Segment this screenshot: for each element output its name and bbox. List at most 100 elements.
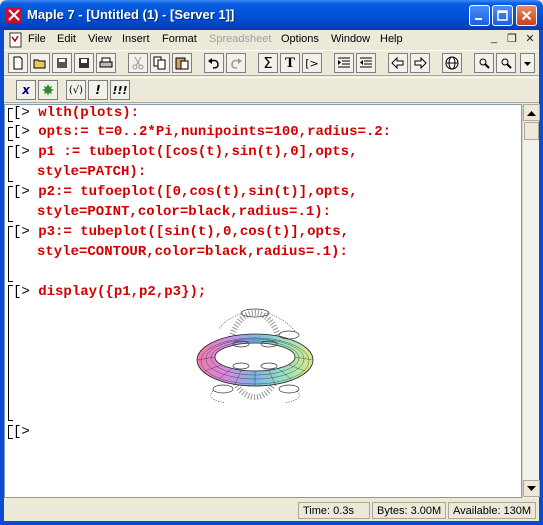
menu-bar: File Edit View Insert Format Spreadsheet… xyxy=(4,30,539,50)
maple-command[interactable]: opts:= t=0..2*Pi,nunipoints=100,radius=.… xyxy=(38,124,391,140)
undo-icon xyxy=(208,58,219,69)
input-prompt-icon: [> xyxy=(305,56,319,70)
input-line-continuation[interactable]: style=POINT,color=black,radius=.1): xyxy=(37,204,331,224)
new-button[interactable] xyxy=(8,53,28,73)
input-line[interactable]: [> xyxy=(13,424,30,444)
input-line[interactable]: [> opts:= t=0..2*Pi,nunipoints=100,radiu… xyxy=(13,124,391,144)
cut-icon xyxy=(132,56,144,70)
zoom-in-button[interactable] xyxy=(474,53,494,73)
input-line[interactable]: [> p1 := tubeplot([cos(t),sin(t),0],opts… xyxy=(13,144,357,164)
stop-button[interactable] xyxy=(442,53,462,73)
menu-format[interactable]: Format xyxy=(162,33,197,45)
toolbar-dropdown[interactable] xyxy=(520,53,535,73)
menu-edit[interactable]: Edit xyxy=(57,33,76,45)
open-icon xyxy=(33,59,46,69)
doc-restore-icon[interactable]: ❐ xyxy=(504,32,520,46)
maximize-icon xyxy=(497,10,508,21)
input-line-continuation[interactable]: style=CONTOUR,color=black,radius=.1): xyxy=(37,244,348,264)
status-bar: Time: 0.3s Bytes: 3.00M Available: 130M xyxy=(4,500,539,521)
evaluate-button[interactable]: ! xyxy=(88,80,108,100)
menu-insert[interactable]: Insert xyxy=(122,33,150,45)
text-mode-button[interactable]: x xyxy=(16,80,36,100)
maple-command[interactable]: style=POINT,color=black,radius=.1): xyxy=(37,204,331,220)
title-bar[interactable]: Maple 7 - [Untitled (1) - [Server 1]] xyxy=(0,0,543,30)
vertical-scrollbar[interactable] xyxy=(522,104,540,498)
worksheet-area[interactable]: [> wlth(plots): [> opts:= t=0..2*Pi,nuni… xyxy=(4,104,522,498)
scroll-down-button[interactable] xyxy=(523,480,540,497)
maple-command[interactable]: style=PATCH): xyxy=(37,164,146,180)
main-toolbar: Σ T [> xyxy=(4,50,539,76)
scroll-thumb[interactable] xyxy=(524,122,539,140)
maple-command[interactable]: wlth(plots): xyxy=(38,105,139,121)
symbolic-button[interactable]: (√) xyxy=(66,80,86,100)
minimize-button[interactable] xyxy=(469,5,490,26)
maple-command[interactable]: style=CONTOUR,color=black,radius=.1): xyxy=(37,244,348,260)
insert-prompt-button[interactable]: [> xyxy=(302,53,322,73)
doc-minimize-icon[interactable]: _ xyxy=(486,32,502,46)
forward-icon xyxy=(414,56,427,70)
maximize-button[interactable] xyxy=(492,5,513,26)
maple-command[interactable]: display({p1,p2,p3}); xyxy=(38,284,206,300)
save-server-icon xyxy=(57,58,67,68)
input-prompt: [> xyxy=(13,105,30,121)
zoom-out-button[interactable] xyxy=(496,53,516,73)
zoom-in-icon xyxy=(479,58,490,69)
x-icon: x xyxy=(22,83,30,97)
copy-icon xyxy=(153,56,166,70)
maple-command[interactable]: p1 := tubeplot([cos(t),sin(t),0],opts, xyxy=(38,144,357,160)
input-prompt: [> xyxy=(13,184,30,200)
chevron-down-icon xyxy=(524,62,531,66)
execute-all-button[interactable]: !!! xyxy=(110,80,130,100)
maple-command[interactable]: p2:= tufoeplot([0,cos(t),sin(t)],opts, xyxy=(38,184,357,200)
close-button[interactable] xyxy=(516,5,537,26)
text-icon: T xyxy=(284,54,295,71)
back-icon xyxy=(391,56,404,70)
doc-close-icon[interactable]: ✕ xyxy=(522,32,538,46)
forward-button[interactable] xyxy=(410,53,430,73)
redo-icon xyxy=(231,58,242,69)
maple-command[interactable]: p3:= tubeplot([sin(t),0,cos(t)],opts, xyxy=(38,224,349,240)
math-input-button[interactable]: Σ xyxy=(258,53,278,73)
indent-icon xyxy=(338,57,350,68)
undo-button[interactable] xyxy=(204,53,224,73)
menu-file[interactable]: File xyxy=(28,33,46,45)
input-prompt: [> xyxy=(13,144,30,160)
input-prompt: [> xyxy=(13,284,30,300)
menu-view[interactable]: View xyxy=(88,33,112,45)
plot-3d-output[interactable] xyxy=(185,305,345,415)
window-title: Maple 7 - [Untitled (1) - [Server 1]] xyxy=(27,7,235,22)
outdent-icon xyxy=(360,57,372,68)
input-line[interactable]: [> p3:= tubeplot([sin(t),0,cos(t)],opts, xyxy=(13,224,349,244)
copy-button[interactable] xyxy=(150,53,170,73)
menu-options[interactable]: Options xyxy=(281,33,319,45)
zoom-out-icon xyxy=(501,58,512,69)
menu-help[interactable]: Help xyxy=(380,33,403,45)
input-line[interactable]: [> wlth(plots): xyxy=(13,105,139,125)
input-line[interactable]: [> p2:= tufoeplot([0,cos(t),sin(t)],opts… xyxy=(13,184,357,204)
document-icon[interactable] xyxy=(8,32,24,48)
maple-app-icon[interactable] xyxy=(6,7,22,23)
print-button[interactable] xyxy=(96,53,116,73)
cut-button[interactable] xyxy=(128,53,148,73)
input-prompt: [> xyxy=(13,124,30,140)
status-available: Available: 130M xyxy=(448,502,536,519)
input-line-continuation[interactable]: style=PATCH): xyxy=(37,164,146,184)
outdent-button[interactable] xyxy=(356,53,376,73)
indent-button[interactable] xyxy=(334,53,354,73)
maple-leaf-button[interactable] xyxy=(38,80,58,100)
text-input-button[interactable]: T xyxy=(280,53,300,73)
scroll-up-button[interactable] xyxy=(523,104,540,121)
status-bytes: Bytes: 3.00M xyxy=(372,502,446,519)
menu-window[interactable]: Window xyxy=(331,33,370,45)
open-button[interactable] xyxy=(30,53,50,73)
back-button[interactable] xyxy=(388,53,408,73)
menu-spreadsheet[interactable]: Spreadsheet xyxy=(209,33,271,45)
context-toolbar: x (√) ! !!! xyxy=(4,77,539,103)
maple-leaf-icon xyxy=(42,84,54,96)
save-server-button[interactable] xyxy=(52,53,72,73)
save-button[interactable] xyxy=(74,53,94,73)
group-bracket[interactable] xyxy=(8,285,13,421)
input-line[interactable]: [> display({p1,p2,p3}); xyxy=(13,284,206,304)
paste-button[interactable] xyxy=(172,53,192,73)
redo-button[interactable] xyxy=(226,53,246,73)
